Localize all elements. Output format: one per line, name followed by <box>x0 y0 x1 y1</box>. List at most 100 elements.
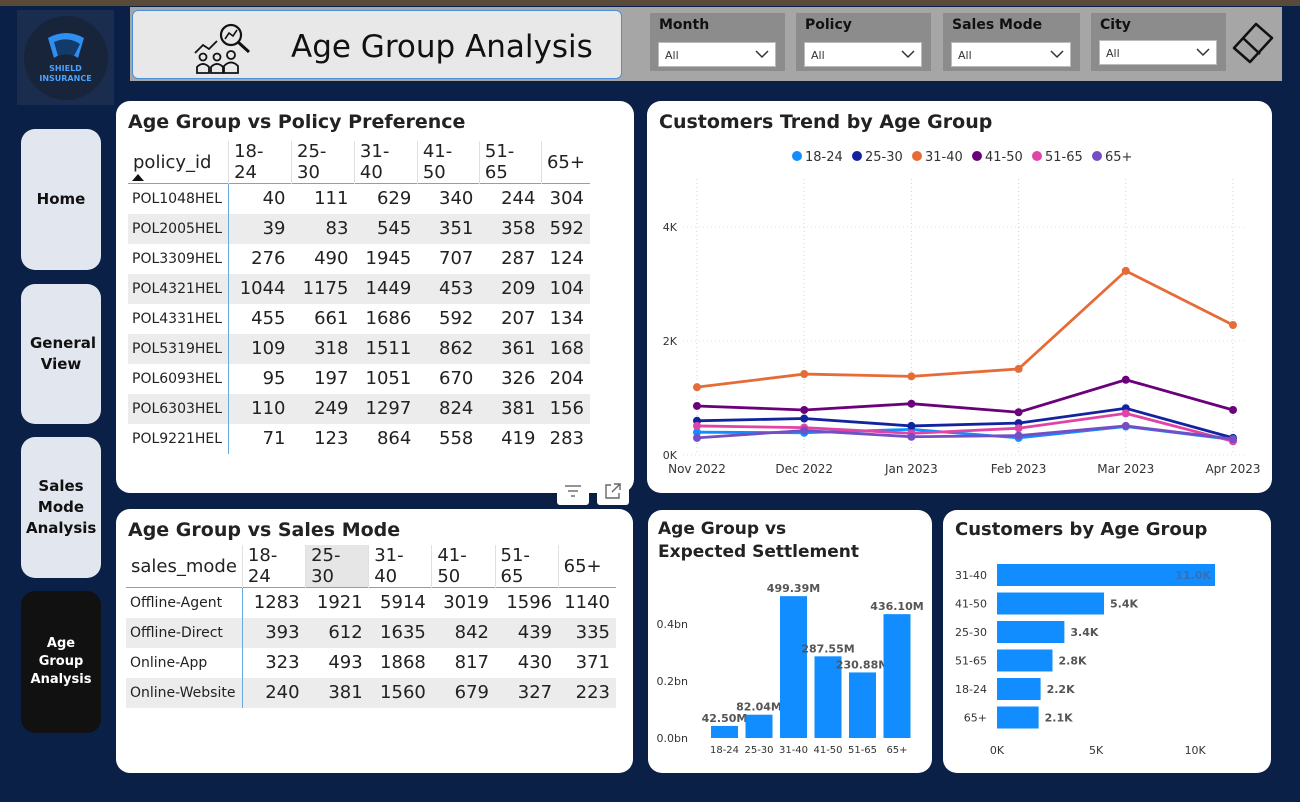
series-point <box>1121 375 1130 384</box>
table-cell: 204 <box>549 368 584 389</box>
data-label: 42.50M <box>702 712 748 725</box>
table-cell: 104 <box>541 273 590 304</box>
table-cell: 381 <box>479 393 542 424</box>
chevron-down-icon <box>755 50 769 59</box>
bar <box>780 596 807 738</box>
visual-header-icons <box>557 477 629 505</box>
title-box: Age Group Analysis <box>132 10 622 79</box>
table-cell: 207 <box>501 308 536 329</box>
sales-row-header: Online-App <box>126 647 243 678</box>
y-tick-label: 18-24 <box>955 683 987 696</box>
x-tick-label: 18-24 <box>710 745 739 756</box>
nav-sales-mode-analysis-button[interactable]: Sales Mode Analysis <box>21 437 101 578</box>
month-dropdown[interactable]: All <box>658 42 776 67</box>
nav-general-view-button[interactable]: General View <box>21 284 101 424</box>
y-tick-label: 0.0bn <box>657 732 688 745</box>
legend-label: 65+ <box>1105 150 1132 165</box>
table-row: POL9221HEL 71 123 864 558 419 283 <box>128 423 590 454</box>
series-point <box>693 401 701 410</box>
data-label: 287.55M <box>801 642 854 655</box>
bar <box>997 649 1053 672</box>
table-cell: 240 <box>242 677 306 708</box>
sales-column-header[interactable]: 31-40 <box>368 545 432 588</box>
policy-column-header[interactable]: 25-30 <box>291 141 355 184</box>
sales-column-header[interactable]: 41-50 <box>431 545 495 588</box>
series-point <box>1014 431 1023 440</box>
sort-ascending-icon <box>132 174 144 181</box>
policy-id-header[interactable]: policy_id <box>128 141 229 184</box>
table-cell: 1175 <box>291 273 355 304</box>
x-tick-label: Apr 2023 <box>1205 462 1260 476</box>
policy-preference-matrix: policy_id 18-24 25-30 31-40 41-50 51-65 65+ P… <box>128 141 590 454</box>
slicer-sales-mode-label: Sales Mode <box>952 17 1043 33</box>
x-tick-label: 25-30 <box>744 745 773 756</box>
series-line <box>696 378 1234 414</box>
series-line <box>696 269 1234 389</box>
policy-column-header[interactable]: 18-24 <box>228 141 292 184</box>
table-cell: 197 <box>314 368 349 389</box>
window-top-strip <box>0 0 1300 6</box>
policy-row-header: POL2005HEL <box>128 213 230 244</box>
data-label: 82.04M <box>736 701 782 714</box>
x-tick-label: 31-40 <box>779 745 808 756</box>
series-point <box>1229 405 1237 414</box>
series-point <box>907 421 916 430</box>
policy-column-header[interactable]: 31-40 <box>353 141 418 184</box>
sales-column-header[interactable]: 65+ <box>557 545 616 588</box>
data-label: 3.4K <box>1070 626 1098 639</box>
table-cell: 393 <box>242 617 306 648</box>
nav-home-button[interactable]: Home <box>21 129 101 270</box>
y-tick-label: 41-50 <box>955 598 987 611</box>
table-cell: 453 <box>417 273 480 304</box>
filter-icon[interactable] <box>557 477 589 505</box>
nav-age-group-analysis-button[interactable]: Age Group Analysis <box>21 591 101 733</box>
y-tick-label: 25-30 <box>955 626 987 639</box>
policy-dropdown[interactable]: All <box>804 42 922 67</box>
x-tick-label: Dec 2022 <box>775 462 833 476</box>
sales-column-header[interactable]: 25-30 <box>305 545 369 588</box>
sales-mode-header[interactable]: sales_mode <box>126 545 242 588</box>
y-tick-label: 0.2bn <box>657 675 688 688</box>
sales-mode-matrix: sales_mode 18-24 25-30 31-40 41-50 51-65 65+ … <box>126 545 616 708</box>
matrix-header-row: sales_mode 18-24 25-30 31-40 41-50 51-65 65+ <box>126 545 616 588</box>
series-point <box>1014 364 1023 373</box>
sales-column-header[interactable]: 51-65 <box>494 545 559 588</box>
clear-filters-eraser-icon[interactable] <box>1228 18 1278 66</box>
series-point <box>800 405 809 414</box>
table-cell: 1449 <box>354 273 418 304</box>
sales-mode-dropdown[interactable]: All <box>951 42 1071 67</box>
policy-column-header[interactable]: 51-65 <box>478 141 542 184</box>
data-label: 2.2K <box>1047 683 1075 696</box>
table-cell: 419 <box>501 428 536 449</box>
city-dropdown[interactable]: All <box>1099 40 1217 65</box>
focus-mode-icon[interactable] <box>597 477 629 505</box>
table-cell: 842 <box>431 617 495 648</box>
bar <box>997 592 1105 615</box>
table-cell: 110 <box>228 393 292 424</box>
bar <box>997 678 1041 700</box>
data-label: 2.8K <box>1058 655 1086 668</box>
table-cell: 558 <box>439 428 474 449</box>
legend-label: 25-30 <box>865 150 903 165</box>
logo-emblem: SHIELD INSURANCE <box>23 15 108 100</box>
policy-column-header[interactable]: 41-50 <box>416 141 480 184</box>
table-cell: 361 <box>479 333 542 364</box>
series-point <box>693 421 701 430</box>
policy-column-header[interactable]: 65+ <box>540 141 590 184</box>
sales-column-header[interactable]: 18-24 <box>241 545 306 588</box>
table-cell: 864 <box>376 428 412 449</box>
slicer-city-label: City <box>1100 17 1131 33</box>
chevron-down-icon <box>1050 50 1064 59</box>
table-cell: 1297 <box>354 393 418 424</box>
y-tick-label: 0K <box>663 449 678 462</box>
series-point <box>1229 435 1237 444</box>
logo-text-line1: SHIELD <box>49 63 82 73</box>
legend-marker <box>1092 151 1102 161</box>
table-cell: 71 <box>262 428 286 449</box>
table-cell: 1044 <box>228 273 292 304</box>
x-tick-label: Mar 2023 <box>1097 462 1154 476</box>
legend-marker <box>1032 151 1042 161</box>
y-tick-label: 51-65 <box>955 655 987 668</box>
table-cell: 381 <box>305 677 369 708</box>
table-row: Offline-Agent 1283 1921 5914 3019 1596 1140 <box>126 587 616 618</box>
